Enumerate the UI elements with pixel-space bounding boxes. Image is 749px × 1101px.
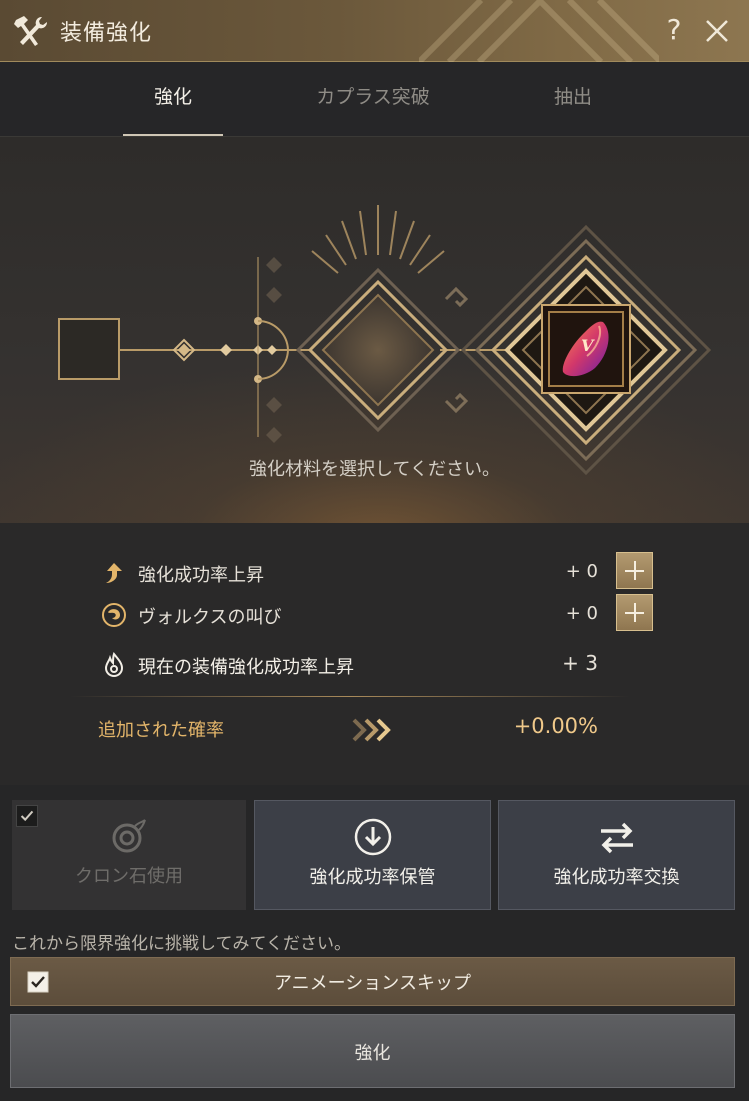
select-material-message: 強化材料を選択してください。 [249,459,500,480]
stat-label: 現在の装備強化成功率上昇 [138,657,354,678]
title-bar-pattern [419,0,659,62]
store-success-rate-button[interactable]: 強化成功率保管 [254,800,491,910]
cron-stone-button[interactable]: クロン石使用 [12,800,246,910]
exchange-success-rate-label: 強化成功率交換 [553,867,680,888]
stat-row-current-rate: 現在の装備強化成功率上昇 + 3 [0,647,749,683]
tab-enhance[interactable]: 強化 [123,62,223,136]
added-rate-value: +0.00% [513,714,598,738]
cron-stone-icon [112,819,146,853]
arrow-up-icon [106,563,122,583]
equipment-slot[interactable]: V [541,304,631,394]
flame-icon [104,651,124,678]
item-grade-badge: V [581,336,594,355]
add-voltex-button[interactable] [616,594,653,631]
swap-arrows-icon [600,822,633,854]
tab-bar: 強化 カプラス突破 抽出 [0,62,749,137]
hammer-wrench-icon [14,16,48,46]
download-circle-icon [354,818,391,856]
add-success-rate-button[interactable] [616,552,653,589]
cron-stone-checkbox[interactable] [16,805,38,827]
added-rate-label: 追加された確率 [98,720,224,741]
material-slot[interactable] [58,318,120,380]
enhance-stage: V 強化材料を選択してください。 [0,137,749,523]
animation-skip-toggle[interactable]: アニメーションスキップ [10,957,735,1006]
enhance-button[interactable]: 強化 [10,1014,735,1088]
stats-divider [70,696,630,697]
close-icon[interactable] [702,14,732,48]
stat-label: ヴォルクスの叫び [138,607,282,628]
animation-skip-label: アニメーションスキップ [274,973,471,994]
cron-stone-label: クロン石使用 [75,866,183,887]
voltex-cry-icon [102,603,126,627]
title-bar[interactable]: 装備強化 ? [0,0,749,62]
stat-value: + 0 [565,603,598,624]
enhance-button-label: 強化 [354,1043,391,1064]
help-button[interactable]: ? [660,12,688,48]
limit-enhance-hint: これから限界強化に挑戦してみてください。 [12,934,351,954]
tab-caphras-breakthrough[interactable]: カプラス突破 [293,62,453,136]
stat-value: + 0 [565,561,598,582]
window-title: 装備強化 [60,21,153,46]
stat-value: + 3 [562,651,598,675]
tab-extract[interactable]: 抽出 [530,62,616,136]
chevron-right-icon [352,718,391,742]
store-success-rate-label: 強化成功率保管 [309,867,436,888]
stat-label: 強化成功率上昇 [138,565,264,586]
exchange-success-rate-button[interactable]: 強化成功率交換 [498,800,735,910]
